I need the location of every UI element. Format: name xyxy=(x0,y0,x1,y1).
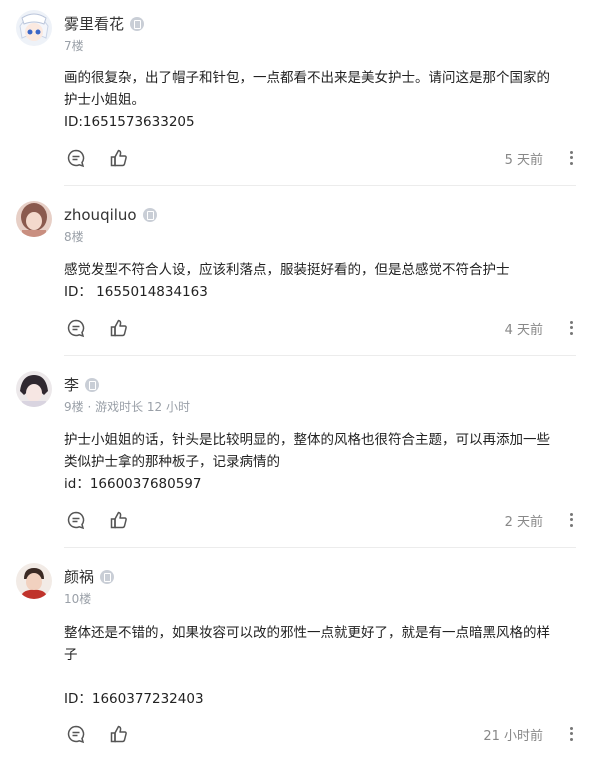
timestamp: 5 天前 xyxy=(504,153,543,168)
timestamp: 2 天前 xyxy=(504,515,543,530)
avatar-image xyxy=(16,563,52,599)
divider xyxy=(64,355,576,356)
more-vertical-icon[interactable] xyxy=(568,724,574,744)
thumbs-up-icon[interactable] xyxy=(109,724,129,744)
author-name[interactable]: 雾里看花 xyxy=(64,15,145,33)
more-vertical-icon[interactable] xyxy=(568,318,574,338)
thumbs-up-icon[interactable] xyxy=(109,510,129,530)
comment-body: 护士小姐姐的话，针头是比较明显的，整体的风格也很符合主题，可以再添加一些 类似护… xyxy=(64,432,550,492)
author-name-text[interactable]: 雾里看花 xyxy=(64,15,124,33)
device-badge-icon xyxy=(130,17,145,31)
floor-meta: 7楼 xyxy=(64,39,84,53)
author-name[interactable]: 李 xyxy=(64,376,100,394)
floor-meta: 9楼 · 游戏时长 12 小时 xyxy=(64,400,190,414)
author-name-text[interactable]: zhouqiluo xyxy=(64,206,137,224)
comment-body: 整体还是不错的，如果妆容可以改的邪性一点就更好了，就是有一点暗黑风格的样 子 I… xyxy=(64,625,550,707)
author-name[interactable]: zhouqiluo xyxy=(64,206,157,224)
comment-body: 感觉发型不符合人设，应该利落点，服装挺好看的，但是总感觉不符合护士 ID： 16… xyxy=(64,262,510,300)
comment-icon[interactable] xyxy=(66,510,86,530)
thumbs-up-icon[interactable] xyxy=(109,148,129,168)
timestamp: 4 天前 xyxy=(504,323,543,338)
avatar-image xyxy=(16,371,52,407)
floor-meta: 8楼 xyxy=(64,230,84,244)
device-badge-icon xyxy=(85,378,100,392)
timestamp: 21 小时前 xyxy=(483,729,543,744)
avatar[interactable] xyxy=(16,201,52,237)
comment-actions: 2 天前 xyxy=(64,510,576,530)
avatar[interactable] xyxy=(16,371,52,407)
more-vertical-icon[interactable] xyxy=(568,148,574,168)
floor-meta: 10楼 xyxy=(64,592,92,606)
device-badge-icon xyxy=(142,208,157,222)
thumbs-up-icon[interactable] xyxy=(109,318,129,338)
comment-actions: 4 天前 xyxy=(64,318,576,338)
comment-icon[interactable] xyxy=(66,318,86,338)
avatar-image xyxy=(16,10,52,46)
avatar[interactable] xyxy=(16,563,52,599)
comment-body: 画的很复杂，出了帽子和针包，一点都看不出来是美女护士。请问这是那个国家的 护士小… xyxy=(64,70,550,130)
divider xyxy=(64,547,576,548)
author-name-text[interactable]: 李 xyxy=(64,376,79,394)
avatar-image xyxy=(16,201,52,237)
comment-icon[interactable] xyxy=(66,724,86,744)
comment-actions: 5 天前 xyxy=(64,148,576,168)
comment-icon[interactable] xyxy=(66,148,86,168)
author-name-text[interactable]: 颜祸 xyxy=(64,568,94,586)
device-badge-icon xyxy=(100,570,115,584)
comment-actions: 21 小时前 xyxy=(64,724,576,744)
divider xyxy=(64,185,576,186)
more-vertical-icon[interactable] xyxy=(568,510,574,530)
avatar[interactable] xyxy=(16,10,52,46)
author-name[interactable]: 颜祸 xyxy=(64,568,115,586)
